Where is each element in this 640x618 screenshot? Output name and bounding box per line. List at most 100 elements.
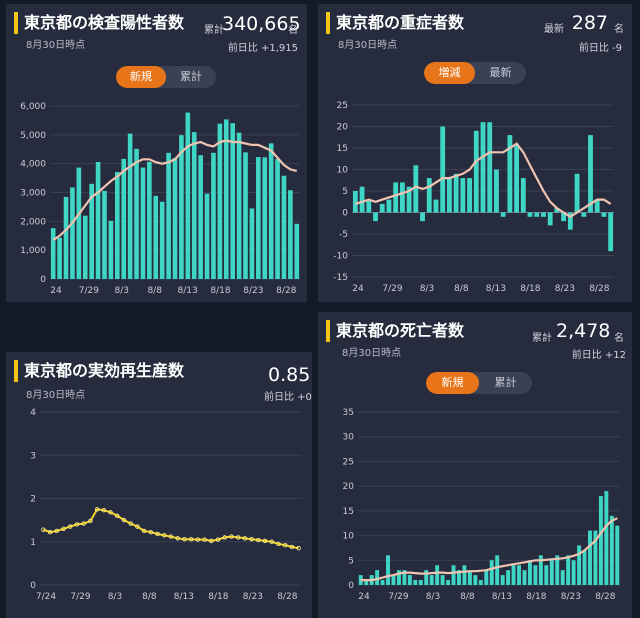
x-tick-label: 8/13 — [174, 592, 194, 602]
bar — [420, 212, 425, 222]
bar — [500, 575, 505, 585]
x-tick-label: 8/8 — [142, 592, 157, 602]
bar — [598, 496, 603, 585]
bar — [517, 565, 521, 585]
y-tick-label: 5,000 — [20, 131, 46, 141]
bar — [520, 178, 526, 213]
bar — [82, 215, 88, 279]
bar — [435, 565, 440, 585]
bar — [615, 525, 620, 585]
x-tick-label: 8/18 — [210, 286, 230, 296]
bar — [380, 580, 385, 585]
x-tick-label: 8/18 — [526, 592, 546, 602]
y-tick-label: 0 — [40, 275, 46, 285]
y-tick-label: 10 — [337, 166, 349, 176]
deaths-chart: 0 5 10 15 20 25 30 35 24 7/29 8/3 8/8 8/13 8/18 8/23 8/… — [343, 408, 620, 602]
y-tick-label: 2,000 — [20, 217, 46, 227]
x-tick-label: 7/29 — [388, 592, 408, 602]
bar — [433, 199, 439, 213]
y-tick-label: 5 — [348, 556, 354, 566]
y-tick-label: 15 — [337, 144, 348, 154]
bar — [484, 570, 489, 585]
bar — [495, 555, 500, 585]
bar — [604, 491, 609, 585]
y-tick-label: 1 — [30, 538, 36, 548]
bar — [506, 570, 511, 585]
y-tick-label: -5 — [339, 230, 348, 240]
bar — [268, 143, 274, 279]
bar — [462, 565, 467, 585]
bar — [487, 122, 493, 213]
y-tick-label: 20 — [337, 123, 349, 133]
x-tick-label: 8/23 — [561, 592, 581, 602]
x-tick-label: 24 — [352, 284, 364, 294]
bar — [426, 178, 432, 213]
x-tick-label: 8/8 — [454, 284, 469, 294]
bar — [230, 123, 235, 280]
severe-chart: -15 -10 -5 0 5 10 15 20 25 24 7/29 8/3 8/8 8/13 8/18 8/… — [333, 101, 614, 294]
bar — [609, 515, 614, 585]
bar — [179, 135, 184, 279]
bar — [198, 155, 203, 279]
bar — [522, 570, 527, 585]
y-tick-label: 1,000 — [20, 246, 46, 256]
bar — [588, 135, 593, 213]
bar — [407, 575, 412, 585]
severe-panel: 東京都の重症者数 8月30日時点 最新 287 名 前日比 -9 増減 最新 -… — [318, 4, 632, 302]
x-tick-label: 8/8 — [147, 286, 162, 296]
bar — [511, 565, 516, 585]
bar — [359, 186, 365, 213]
bar — [249, 208, 255, 279]
bar — [473, 575, 478, 585]
y-tick-label: 25 — [343, 457, 354, 467]
y-tick-label: 5 — [342, 187, 348, 197]
bar — [191, 132, 197, 279]
bar — [399, 182, 405, 213]
bar — [577, 545, 582, 585]
y-tick-label: 25 — [337, 101, 348, 111]
y-tick-label: 4,000 — [20, 160, 46, 170]
bar — [102, 190, 107, 279]
bar — [527, 560, 532, 585]
bar — [134, 148, 139, 279]
bar — [76, 167, 82, 279]
bar — [514, 143, 520, 213]
bar — [127, 133, 133, 279]
x-tick-label: 8/13 — [177, 286, 197, 296]
bar — [608, 212, 614, 252]
bar — [547, 212, 553, 226]
bar — [601, 212, 607, 217]
bar — [440, 126, 446, 213]
y-tick-label: 0 — [348, 581, 354, 591]
x-tick-label: 8/18 — [208, 592, 228, 602]
bar — [440, 575, 445, 585]
y-tick-label: -15 — [333, 273, 348, 283]
x-tick-label: 8/8 — [460, 592, 475, 602]
x-tick-label: 8/3 — [426, 592, 440, 602]
bar — [541, 212, 546, 217]
bar — [281, 175, 287, 279]
bar — [373, 212, 378, 222]
bar — [352, 191, 358, 213]
y-tick-label: 10 — [343, 532, 355, 542]
x-tick-label: 8/23 — [555, 284, 575, 294]
x-tick-label: 8/23 — [243, 592, 263, 602]
bar — [467, 178, 472, 213]
y-tick-label: 4 — [30, 408, 36, 418]
bar — [211, 152, 216, 279]
y-tick-label: 3 — [30, 451, 36, 461]
x-tick-label: 7/29 — [70, 592, 90, 602]
deaths-panel: 東京都の死亡者数 8月30日時点 累計 2,478 名 前日比 +12 新規 累… — [318, 312, 632, 618]
x-tick-label: 7/29 — [79, 286, 99, 296]
x-tick-label: 8/28 — [595, 592, 615, 602]
x-tick-label: 24 — [358, 592, 370, 602]
bar — [571, 560, 576, 585]
bar — [544, 565, 549, 585]
bar — [566, 555, 571, 585]
bar — [159, 201, 165, 279]
x-tick-label: 8/28 — [276, 286, 296, 296]
bar — [236, 132, 242, 279]
bar — [121, 158, 127, 279]
y-tick-label: 15 — [343, 507, 354, 517]
bar — [460, 178, 466, 213]
